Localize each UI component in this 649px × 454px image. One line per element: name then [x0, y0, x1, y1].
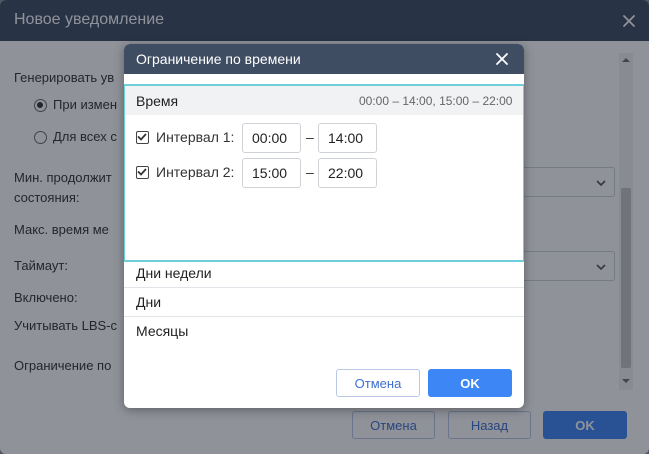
section-months-label: Месяцы	[136, 323, 189, 339]
section-days[interactable]: Дни	[124, 288, 524, 317]
modal-header: Ограничение по времени	[124, 44, 524, 74]
interval-1-from-input[interactable]	[242, 123, 301, 153]
time-limit-modal: Ограничение по времени Время 00:00 – 14:…	[124, 44, 524, 408]
interval-1-separator: –	[306, 129, 314, 145]
interval-row-2: Интервал 2: –	[125, 158, 523, 188]
section-weekdays-label: Дни недели	[136, 265, 212, 281]
interval-2-label: Интервал 2:	[156, 164, 235, 180]
interval-2-from-input[interactable]	[242, 158, 301, 188]
interval-2-to-input[interactable]	[318, 158, 377, 188]
close-icon[interactable]	[494, 51, 510, 67]
modal-title: Ограничение по времени	[136, 51, 301, 67]
section-months[interactable]: Месяцы	[124, 317, 524, 346]
interval-row-1: Интервал 1: –	[125, 123, 523, 153]
modal-ok-button[interactable]: OK	[428, 369, 512, 397]
modal-cancel-button[interactable]: Отмена	[336, 369, 420, 397]
interval-2-separator: –	[306, 164, 314, 180]
section-days-label: Дни	[136, 294, 162, 310]
interval-1-checkbox[interactable]	[136, 131, 149, 144]
interval-2-checkbox[interactable]	[136, 166, 149, 179]
time-section-label: Время	[136, 93, 179, 109]
interval-1-to-input[interactable]	[318, 123, 377, 153]
interval-1-label: Интервал 1:	[156, 129, 235, 145]
time-section-header[interactable]: Время 00:00 – 14:00, 15:00 – 22:00	[125, 86, 523, 115]
time-section-summary: 00:00 – 14:00, 15:00 – 22:00	[359, 94, 513, 108]
section-weekdays[interactable]: Дни недели	[124, 259, 524, 288]
time-section: Время 00:00 – 14:00, 15:00 – 22:00 Интер…	[124, 84, 524, 262]
